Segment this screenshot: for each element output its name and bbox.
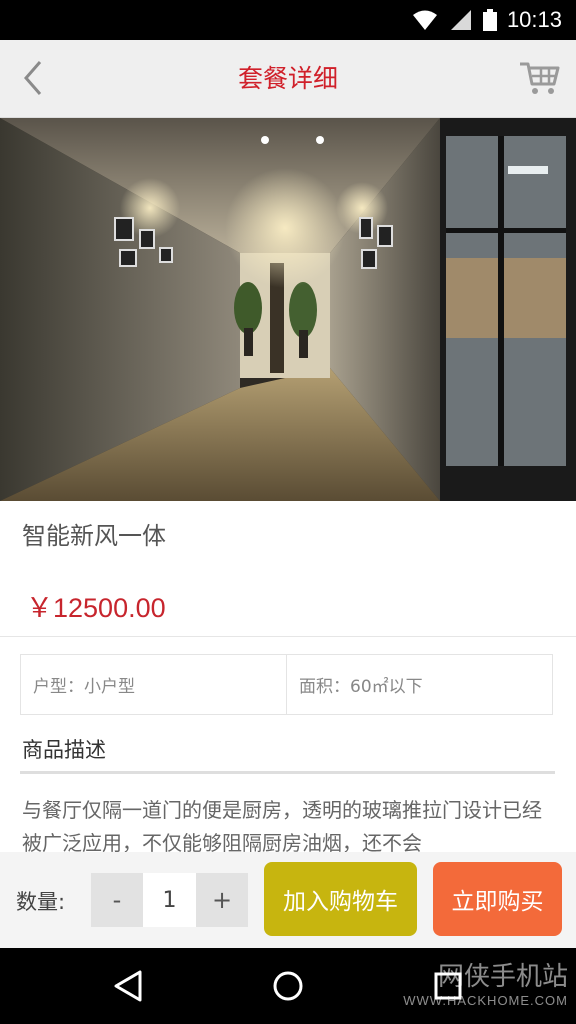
battery-icon <box>482 9 497 31</box>
app-header: 套餐详细 <box>0 40 576 118</box>
quantity-value[interactable]: 1 <box>143 873 196 927</box>
clock: 10:13 <box>506 7 562 32</box>
spec-house-type: 户型：小户型 <box>33 677 135 697</box>
product-image <box>0 118 576 501</box>
page-title: 套餐详细 <box>237 64 338 93</box>
buy-now-button[interactable]: 立即购买 <box>433 862 562 936</box>
quantity-stepper: - 1 + <box>91 873 248 927</box>
back-button[interactable] <box>18 58 58 98</box>
add-to-cart-button[interactable]: 加入购物车 <box>264 862 417 936</box>
action-bar: 数量: - 1 + 加入购物车 立即购买 <box>0 852 576 948</box>
product-price: ￥12500.00 <box>26 593 166 623</box>
watermark-url: WWW.HACKHOME.COM <box>403 993 568 1008</box>
divider <box>0 636 576 637</box>
watermark-name: 网侠手机站 <box>437 962 568 992</box>
cart-icon <box>520 62 560 94</box>
increment-button[interactable]: + <box>196 873 248 927</box>
cart-button[interactable] <box>518 56 562 100</box>
back-icon <box>24 61 42 95</box>
product-name: 智能新风一体 <box>22 522 166 550</box>
wifi-icon <box>412 10 437 30</box>
description-underline <box>20 771 555 774</box>
quantity-label: 数量: <box>16 890 66 914</box>
decrement-button[interactable]: - <box>91 873 143 927</box>
spec-area: 面积：60㎡以下 <box>286 655 552 714</box>
spec-table: 户型：小户型 面积：60㎡以下 <box>20 654 553 715</box>
status-bar: 10:13 <box>0 0 576 40</box>
signal-icon <box>450 10 471 30</box>
description-text: 与餐厅仅隔一道门的便是厨房，透明的玻璃推拉门设计已经被广泛应用，不仅能够阻隔厨房… <box>22 798 542 852</box>
nav-back-icon[interactable] <box>108 968 148 1004</box>
nav-home-icon[interactable] <box>268 968 308 1004</box>
watermark: 网侠手机站 WWW.HACKHOME.COM <box>403 956 568 1008</box>
description-heading: 商品描述 <box>22 738 106 762</box>
